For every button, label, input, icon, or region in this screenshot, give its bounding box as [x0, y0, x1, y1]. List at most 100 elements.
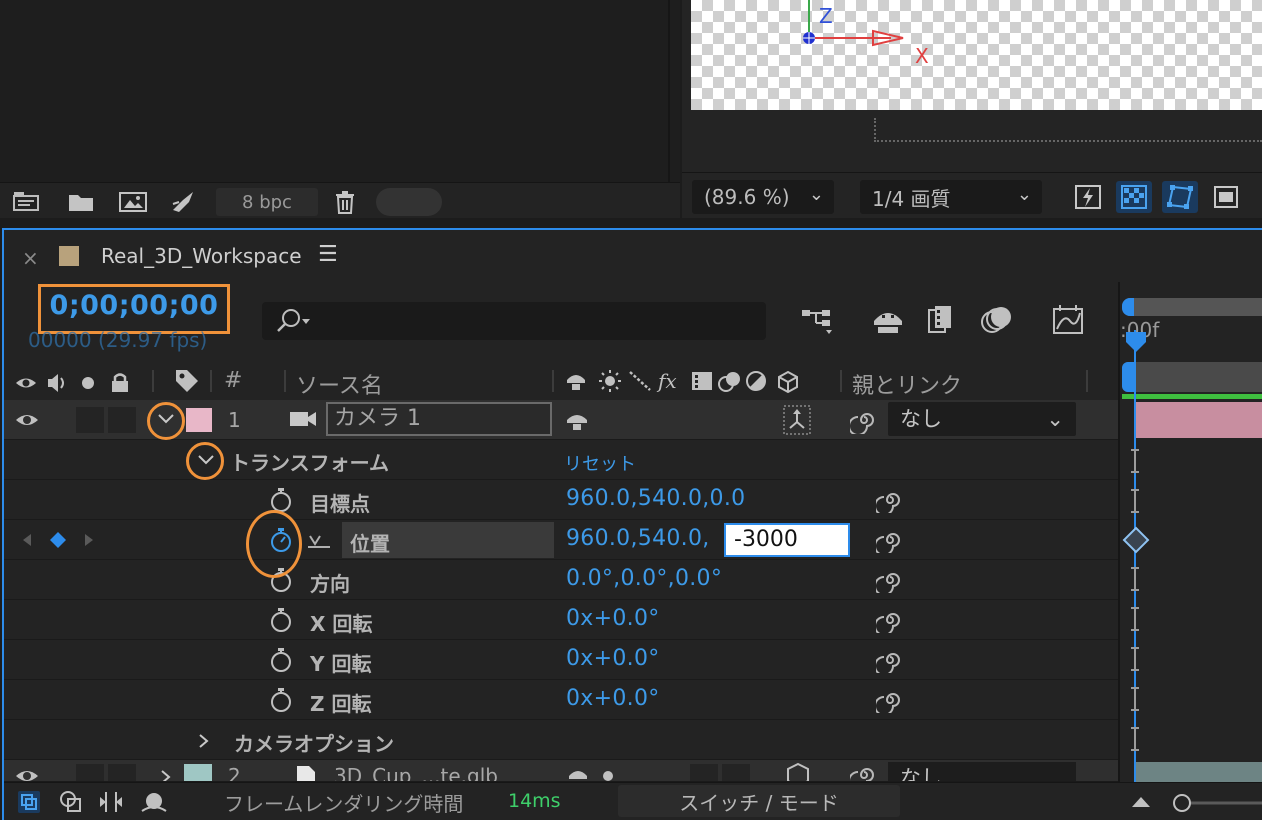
layer-switches-toggle-icon[interactable] — [16, 789, 42, 815]
property-row-position[interactable]: 位置 960.0,540.0, -3000 — [4, 520, 1118, 560]
zoom-out-mountain-icon[interactable] — [1130, 793, 1152, 809]
close-tab-icon[interactable]: × — [22, 246, 39, 270]
time-navigator[interactable] — [1122, 298, 1262, 316]
work-area-bar[interactable] — [1122, 362, 1262, 392]
property-row-y-rotation[interactable]: Y 回転 0x+0.0° — [4, 640, 1118, 680]
trash-icon[interactable] — [330, 189, 360, 215]
graph-toggle-icon[interactable] — [306, 530, 332, 550]
resolution-dropdown[interactable]: 1/4 画質 ⌄ — [860, 180, 1042, 214]
layer-switch-icons[interactable] — [566, 764, 626, 782]
pickwhip-icon[interactable] — [876, 687, 904, 713]
render-queue-icon[interactable] — [168, 189, 198, 215]
stopwatch-icon[interactable] — [268, 687, 294, 713]
frame-blending-icon[interactable] — [922, 300, 962, 340]
label-color-swatch[interactable] — [186, 408, 212, 432]
playhead-handle-icon[interactable] — [1124, 330, 1148, 354]
pickwhip-icon[interactable] — [876, 527, 904, 553]
composition-name[interactable]: Real_3D_Workspace — [101, 244, 302, 268]
toggle-switches-modes-button[interactable]: スイッチ / モード — [618, 785, 900, 817]
switch-box[interactable] — [722, 764, 750, 781]
new-folder-icon[interactable] — [66, 189, 96, 215]
viewer-region-bracket — [874, 118, 1262, 142]
motion-blur-icon[interactable] — [976, 300, 1016, 340]
layer-name[interactable]: 3D_Cup_...te.glb — [334, 764, 498, 781]
solo-switch[interactable] — [76, 407, 104, 433]
property-value[interactable]: 960.0,540.0, — [566, 526, 710, 551]
bit-depth-button[interactable]: 8 bpc — [216, 188, 318, 216]
column-parent-link[interactable]: 親とリンク — [852, 368, 962, 400]
zoom-slider[interactable] — [1170, 791, 1262, 815]
transform-group-row[interactable]: トランスフォーム リセット — [4, 440, 1118, 480]
stopwatch-icon[interactable] — [268, 647, 294, 673]
region-of-interest-icon[interactable] — [1208, 181, 1244, 213]
stopwatch-icon[interactable] — [268, 607, 294, 633]
current-time-display[interactable]: 0;00;00;00 — [38, 290, 230, 321]
shy-layers-icon[interactable] — [868, 300, 908, 340]
property-value[interactable]: 0x+0.0° — [566, 606, 660, 631]
panel-menu-icon[interactable]: ☰ — [318, 242, 338, 267]
mask-path-visibility-icon[interactable] — [1162, 181, 1198, 213]
auto-orient-icon[interactable] — [782, 404, 812, 436]
parent-dropdown[interactable]: なし — [888, 762, 1076, 781]
graph-editor-icon[interactable] — [1048, 300, 1088, 340]
comp-color-swatch — [59, 246, 79, 266]
layer-search-input[interactable] — [262, 302, 766, 340]
eye-icon[interactable] — [14, 410, 40, 430]
property-value[interactable]: 0x+0.0° — [566, 686, 660, 711]
work-area-start[interactable] — [1122, 362, 1134, 392]
pickwhip-icon[interactable] — [850, 406, 878, 434]
prev-keyframe-icon[interactable] — [20, 532, 34, 548]
timeline-tab[interactable]: × Real_3D_Workspace ☰ — [4, 230, 1262, 282]
next-keyframe-icon[interactable] — [82, 532, 96, 548]
interpret-footage-icon[interactable] — [12, 189, 42, 215]
pickwhip-icon[interactable] — [876, 487, 904, 513]
transfer-controls-toggle-icon[interactable] — [58, 789, 84, 815]
property-value[interactable]: 0.0°,0.0°,0.0° — [566, 566, 722, 591]
composition-canvas[interactable]: Z X — [691, 0, 1262, 110]
pickwhip-icon[interactable] — [850, 762, 878, 782]
keyframe-range-icon — [1131, 567, 1139, 591]
lock-switch[interactable] — [108, 407, 136, 433]
switch-box[interactable] — [690, 764, 718, 781]
pickwhip-icon[interactable] — [876, 567, 904, 593]
label-color-swatch[interactable] — [184, 764, 212, 781]
property-row-point-of-interest[interactable]: 目標点 960.0,540.0,0.0 — [4, 480, 1118, 520]
keyframe-range-icon — [1131, 489, 1139, 513]
eye-icon[interactable] — [14, 766, 40, 782]
toggle-pill[interactable] — [376, 188, 442, 216]
time-navigator-start[interactable] — [1122, 298, 1134, 316]
column-source-name[interactable]: ソース名 — [296, 368, 383, 400]
property-row-orientation[interactable]: 方向 0.0°,0.0°,0.0° — [4, 560, 1118, 600]
render-time-toggle-icon[interactable] — [138, 789, 168, 815]
3d-layer-icon[interactable] — [784, 762, 812, 782]
lock-switch[interactable] — [108, 764, 136, 781]
keyframe-diamond-icon[interactable] — [1122, 526, 1150, 554]
layer-duration-bar[interactable] — [1134, 762, 1262, 782]
property-row-x-rotation[interactable]: X 回転 0x+0.0° — [4, 600, 1118, 640]
new-composition-icon[interactable] — [118, 189, 148, 215]
reset-link[interactable]: リセット — [564, 450, 636, 476]
layer-row-2[interactable]: 2 3D_Cup_...te.glb なし — [4, 760, 1118, 782]
pickwhip-icon[interactable] — [876, 647, 904, 673]
fast-previews-icon[interactable] — [1070, 181, 1106, 213]
pickwhip-icon[interactable] — [876, 607, 904, 633]
property-value[interactable]: 960.0,540.0,0.0 — [566, 486, 745, 511]
layer-name-field[interactable]: カメラ 1 — [326, 402, 552, 436]
layer-duration-bar[interactable] — [1134, 402, 1262, 438]
add-keyframe-icon[interactable] — [48, 530, 68, 550]
zoom-dropdown[interactable]: (89.6 %) ⌄ — [692, 180, 834, 214]
layer-column-header: # ソース名 fx 親とリンク — [4, 362, 1118, 400]
position-z-input[interactable]: -3000 — [724, 523, 850, 557]
camera-options-row[interactable]: カメラオプション — [4, 720, 1118, 760]
property-value[interactable]: 0x+0.0° — [566, 646, 660, 671]
parent-dropdown[interactable]: なし ⌄ — [888, 402, 1076, 436]
transparency-grid-icon[interactable] — [1116, 181, 1152, 213]
axis-gizmo[interactable] — [791, 0, 941, 80]
solo-switch[interactable] — [76, 764, 104, 781]
chevron-right-icon[interactable] — [196, 732, 210, 750]
composition-mini-flowchart-icon[interactable] — [798, 300, 838, 340]
shy-switch-icon[interactable] — [564, 408, 590, 432]
in-out-toggle-icon[interactable] — [98, 789, 124, 815]
chevron-right-icon[interactable] — [158, 768, 172, 782]
property-row-z-rotation[interactable]: Z 回転 0x+0.0° — [4, 680, 1118, 720]
